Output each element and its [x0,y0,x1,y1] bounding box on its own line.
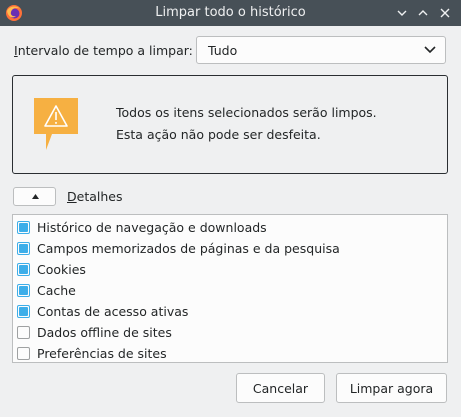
history-items-list[interactable]: Histórico de navegação e downloads Campo… [12,214,448,363]
close-icon [440,8,450,18]
list-item-cache[interactable]: Cache [13,280,447,301]
clear-now-button[interactable]: Limpar agora [336,373,447,403]
maximize-button[interactable] [414,4,432,22]
chevron-up-icon [418,10,428,16]
list-item-label: Histórico de navegação e downloads [37,220,267,235]
cache-checkbox[interactable] [17,284,30,297]
active-logins-checkbox[interactable] [17,305,30,318]
warning-icon [34,98,78,150]
warning-text-line1: Todos os itens selecionados serão limpos… [116,105,377,120]
list-item-label: Cookies [37,262,86,277]
list-item-cookies[interactable]: Cookies [13,259,447,280]
details-toggle-button[interactable] [13,187,56,206]
time-range-value: Tudo [208,43,238,58]
list-item-offline-data[interactable]: Dados offline de sites [13,322,447,343]
list-item-browsing-history[interactable]: Histórico de navegação e downloads [13,217,447,238]
chevron-down-icon [397,10,407,16]
list-item-form-history[interactable]: Campos memorizados de páginas e da pesqu… [13,238,447,259]
chevron-down-icon [424,46,436,54]
list-item-label: Campos memorizados de páginas e da pesqu… [37,241,340,256]
warning-panel: Todos os itens selecionados serão limpos… [12,75,448,174]
list-item-label: Preferências de sites [37,346,167,361]
list-item-label: Cache [37,283,76,298]
list-item-label: Dados offline de sites [37,325,172,340]
title-bar[interactable]: Limpar todo o histórico [0,0,461,26]
list-item-active-logins[interactable]: Contas de acesso ativas [13,301,447,322]
time-range-select[interactable]: Tudo [196,36,446,64]
arrow-up-icon [32,194,39,199]
cookies-checkbox[interactable] [17,263,30,276]
warning-text-line2: Esta ação não pode ser desfeita. [116,127,321,142]
form-history-checkbox[interactable] [17,242,30,255]
window-title: Limpar todo o histórico [155,5,306,20]
close-button[interactable] [436,4,454,22]
offline-data-checkbox[interactable] [17,326,30,339]
minimize-button[interactable] [393,4,411,22]
details-label[interactable]: Detalhes [67,189,123,204]
list-item-site-preferences[interactable]: Preferências de sites [13,343,447,364]
time-range-label: Intervalo de tempo a limpar: [14,43,193,58]
cancel-button[interactable]: Cancelar [236,373,325,403]
list-item-label: Contas de acesso ativas [37,304,189,319]
browsing-history-checkbox[interactable] [17,221,30,234]
site-preferences-checkbox[interactable] [17,347,30,360]
